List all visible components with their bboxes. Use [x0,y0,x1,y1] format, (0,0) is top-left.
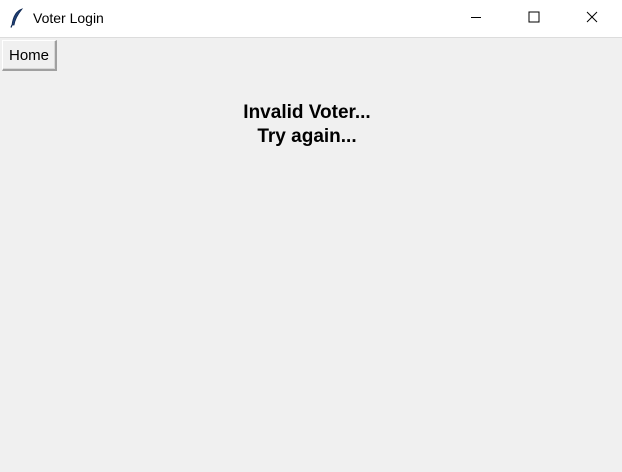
close-button[interactable] [563,0,621,37]
maximize-button[interactable] [505,0,563,37]
maximize-icon [528,10,540,28]
home-button[interactable]: Home [2,40,57,71]
minimize-icon [470,10,482,28]
error-message-line1: Invalid Voter... [243,102,371,123]
minimize-button[interactable] [447,0,505,37]
app-window: Voter Login Home Invalid Voter... Try ag… [0,0,622,472]
title-bar[interactable]: Voter Login [0,0,622,38]
error-message-line2: Try again... [257,126,357,147]
close-icon [586,10,598,28]
window-title: Voter Login [33,10,104,26]
error-message: Invalid Voter... Try again... [0,101,614,149]
feather-icon [10,8,24,28]
